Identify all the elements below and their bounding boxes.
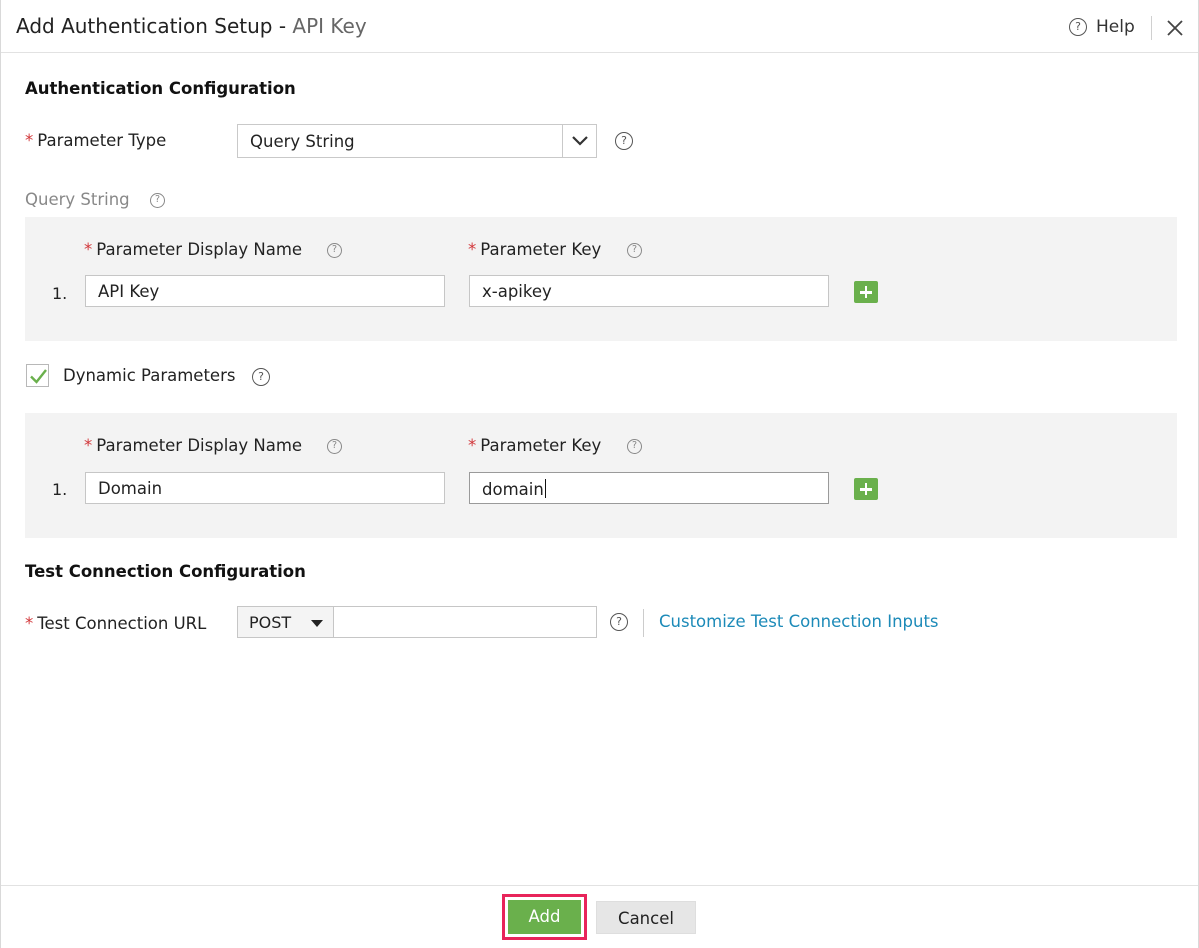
- qs-key-help-icon[interactable]: ?: [627, 243, 642, 258]
- header-divider: [1151, 16, 1152, 40]
- qs-display-name-input[interactable]: API Key: [85, 275, 445, 307]
- auth-config-heading: Authentication Configuration: [25, 79, 296, 98]
- dp-add-row-plus-icon[interactable]: [854, 478, 878, 500]
- link-divider: [643, 609, 644, 637]
- test-connection-url-label: * Test Connection URL: [25, 614, 207, 633]
- qs-display-name-header: * Parameter Display Name: [84, 240, 303, 259]
- parameter-type-help-icon[interactable]: ?: [615, 132, 633, 150]
- cancel-button[interactable]: Cancel: [596, 901, 696, 934]
- parameter-type-select[interactable]: Query String: [237, 124, 597, 158]
- query-string-panel: * Parameter Display Name ? * Parameter Key…: [25, 217, 1177, 341]
- query-string-help-icon[interactable]: ?: [150, 193, 165, 208]
- dynamic-parameters-label: Dynamic Parameters: [63, 366, 236, 385]
- dialog-title-main: Add Authentication Setup -: [16, 14, 293, 38]
- test-connection-url-input[interactable]: [333, 606, 597, 638]
- query-string-label: Query String: [25, 190, 130, 209]
- chevron-down-icon[interactable]: [562, 125, 596, 157]
- qs-add-row-plus-icon[interactable]: [854, 281, 878, 303]
- qs-row-number: 1.: [52, 284, 68, 303]
- dynamic-parameters-help-icon[interactable]: ?: [252, 368, 270, 386]
- dp-key-header: * Parameter Key: [468, 436, 602, 455]
- required-asterisk: *: [25, 131, 34, 150]
- dp-key-text: domain: [482, 479, 547, 499]
- help-label: Help: [1096, 17, 1135, 37]
- dp-display-name-input[interactable]: Domain: [85, 472, 445, 504]
- caret-down-icon: [311, 620, 323, 627]
- http-method-value: POST: [249, 613, 292, 632]
- parameter-type-label: * Parameter Type: [25, 131, 167, 150]
- close-icon[interactable]: [1165, 18, 1185, 38]
- dialog-title-sub: API Key: [292, 14, 367, 38]
- http-method-select[interactable]: POST: [237, 606, 334, 638]
- add-button[interactable]: Add: [508, 900, 581, 934]
- dialog-title: Add Authentication Setup - API Key: [16, 14, 367, 38]
- dialog-header: Add Authentication Setup - API Key ? Hel…: [1, 0, 1198, 53]
- qs-key-header: * Parameter Key: [468, 240, 602, 259]
- customize-test-connection-link[interactable]: Customize Test Connection Inputs: [659, 612, 939, 631]
- help-circle-icon: ?: [1069, 18, 1087, 36]
- test-connection-help-icon[interactable]: ?: [610, 613, 628, 631]
- dp-key-input[interactable]: domain: [469, 472, 829, 504]
- add-authentication-dialog: Add Authentication Setup - API Key ? Hel…: [0, 0, 1199, 948]
- dp-display-name-header: * Parameter Display Name: [84, 436, 303, 455]
- parameter-type-value: Query String: [250, 132, 355, 151]
- dynamic-parameters-checkbox[interactable]: [26, 364, 49, 387]
- dynamic-parameters-panel: * Parameter Display Name ? * Parameter Key…: [25, 413, 1177, 538]
- help-button[interactable]: ? Help: [1069, 17, 1135, 37]
- test-connection-heading: Test Connection Configuration: [25, 562, 306, 581]
- text-caret: [544, 479, 547, 498]
- dp-row-number: 1.: [52, 480, 68, 499]
- qs-display-name-help-icon[interactable]: ?: [327, 243, 342, 258]
- dp-display-name-help-icon[interactable]: ?: [327, 439, 342, 454]
- qs-key-input[interactable]: x-apikey: [469, 275, 829, 307]
- dp-key-help-icon[interactable]: ?: [627, 439, 642, 454]
